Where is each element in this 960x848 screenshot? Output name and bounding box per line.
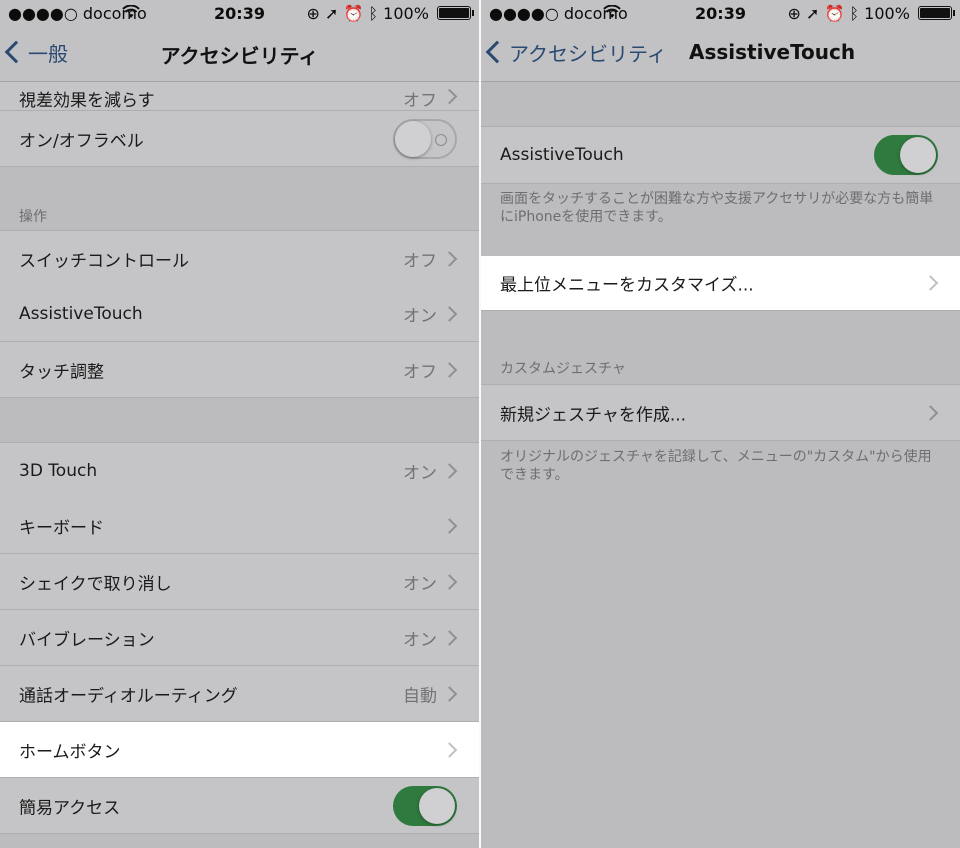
orientation-lock-icon: ⊕ [306,4,320,23]
chevron-right-icon [441,685,458,702]
accessibility-screen: ●●●●○ docomo 20:39 ⊕ ➚ ⏰ ᛒ 100% 一般 アクセシビ… [0,0,479,848]
section-header: 操作 [19,209,47,225]
row-vibration[interactable]: バイブレーション オン [0,610,479,666]
toggle-off-ring-icon [435,133,447,146]
row-switch-control[interactable]: スイッチコントロール オフ [0,230,479,287]
row-label: AssistiveTouch [19,303,143,324]
back-button-label: アクセシビリティ [509,42,667,66]
chevron-right-icon [441,361,458,378]
battery-icon [437,6,474,20]
row-value: オン [403,463,437,483]
chevron-right-icon [441,629,458,646]
row-label: 簡易アクセス [19,798,121,818]
onoff-labels-toggle[interactable] [393,118,457,159]
bluetooth-icon: ᛒ [368,4,379,23]
row-label: 新規ジェスチャを作成... [500,405,687,425]
row-label: タッチ調整 [19,362,104,382]
row-reachability: 簡易アクセス [0,778,479,834]
row-reduce-motion[interactable]: 視差効果を減らす オフ [0,82,479,111]
reachability-toggle[interactable] [393,785,457,826]
row-create-new-gesture[interactable]: 新規ジェスチャを作成... [481,384,960,441]
toggle-knob [900,137,936,173]
bluetooth-icon: ᛒ [849,4,860,23]
row-label: バイブレーション [19,630,155,650]
row-call-audio-routing[interactable]: 通話オーディオルーティング 自動 [0,666,479,722]
toggle-knob [419,787,455,824]
row-label: キーボード [19,518,104,538]
row-assistive-touch[interactable]: AssistiveTouch オン [0,286,479,342]
status-right: ⊕ ➚ ⏰ ᛒ 100% [306,4,474,23]
row-value: オン [403,574,437,594]
status-bar: ●●●●○ docomo 20:39 ⊕ ➚ ⏰ ᛒ 100% [481,0,960,26]
row-assistive-touch-toggle: AssistiveTouch [481,126,960,184]
chevron-right-icon [441,88,458,105]
row-label: 通話オーディオルーティング [19,686,238,706]
row-shake-to-undo[interactable]: シェイクで取り消し オン [0,554,479,610]
nav-bar: 一般 アクセシビリティ [0,26,479,82]
section-footer: 画面をタッチすることが困難な方や支援アクセサリが必要な方も簡単にiPhoneを使… [500,191,934,225]
back-button[interactable]: アクセシビリティ [485,38,667,67]
row-value: オン [403,306,437,326]
assistive-touch-screen: ●●●●○ docomo 20:39 ⊕ ➚ ⏰ ᛒ 100% アクセシビリティ… [481,0,960,848]
chevron-right-icon [441,305,458,322]
chevron-right-icon [441,250,458,267]
row-value: オフ [403,251,437,271]
row-label: ホームボタン [19,742,121,762]
status-right: ⊕ ➚ ⏰ ᛒ 100% [787,4,955,23]
battery-percent: 100% [383,4,429,23]
page-title: AssistiveTouch [689,40,856,64]
row-label: シェイクで取り消し [19,574,172,594]
location-icon: ➚ [805,4,820,23]
chevron-right-icon [922,404,939,421]
location-icon: ➚ [324,4,339,23]
battery-percent: 100% [864,4,910,23]
chevron-right-icon [441,517,458,534]
status-bar: ●●●●○ docomo 20:39 ⊕ ➚ ⏰ ᛒ 100% [0,0,479,26]
row-label: オン/オフラベル [19,131,144,151]
section-footer: オリジナルのジェスチャを記録して、メニューの"カスタム"から使用できます。 [500,449,932,483]
row-touch-accommodations[interactable]: タッチ調整 オフ [0,342,479,398]
row-3d-touch[interactable]: 3D Touch オン [0,442,479,499]
row-label: AssistiveTouch [500,145,624,165]
toggle-knob [395,120,431,157]
row-customize-top-menu[interactable]: 最上位メニューをカスタマイズ... [481,256,960,311]
row-home-button[interactable]: ホームボタン [0,722,479,778]
row-label: 視差効果を減らす [19,91,155,111]
row-value: オフ [403,91,437,111]
chevron-right-icon [441,741,458,758]
alarm-icon: ⏰ [824,4,845,23]
section-header: カスタムジェスチャ [500,361,626,377]
row-value: オン [403,630,437,650]
orientation-lock-icon: ⊕ [787,4,801,23]
chevron-right-icon [922,275,939,291]
row-label: スイッチコントロール [19,251,189,271]
row-value: 自動 [403,686,437,706]
page-title: アクセシビリティ [160,44,319,68]
row-keyboard[interactable]: キーボード [0,498,479,554]
row-value: オフ [403,362,437,382]
row-label: 3D Touch [19,460,98,481]
alarm-icon: ⏰ [343,4,364,23]
chevron-left-icon [485,40,509,64]
battery-icon [918,6,955,20]
chevron-right-icon [441,573,458,590]
chevron-right-icon [441,462,458,479]
nav-bar: アクセシビリティ AssistiveTouch [481,26,960,82]
row-onoff-labels: オン/オフラベル [0,111,479,167]
row-label: 最上位メニューをカスタマイズ... [500,275,754,296]
assistive-touch-toggle[interactable] [874,135,938,175]
